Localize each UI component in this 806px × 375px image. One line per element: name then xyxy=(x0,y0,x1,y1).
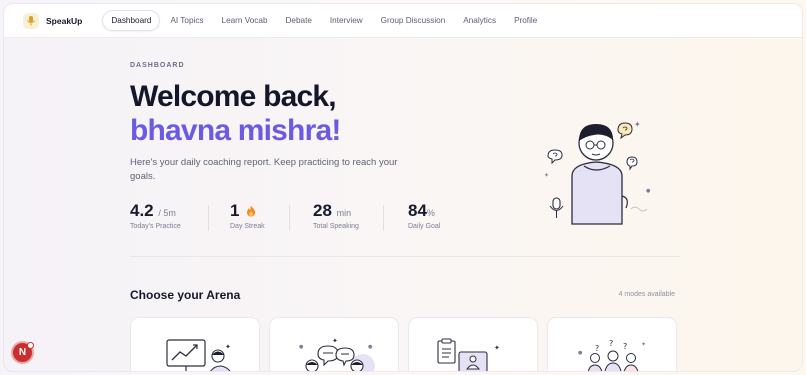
brand[interactable]: SpeakUp xyxy=(23,12,83,29)
nav-debate[interactable]: Debate xyxy=(278,11,320,30)
arena-cards: ✦ ✦ ● ● ✦ ● ? ? ? ✦ ● xyxy=(130,317,686,371)
section-divider xyxy=(130,256,680,257)
nav-analytics[interactable]: Analytics xyxy=(455,11,504,30)
stat-value: 28 xyxy=(313,201,332,220)
status-indicator xyxy=(27,342,34,349)
nav-learn-vocab[interactable]: Learn Vocab xyxy=(214,11,276,30)
stat-total-speaking: 28 min Total Speaking xyxy=(290,201,383,231)
stats-row: 4.2 / 5m Today's Practice 1 Day Streak 2… xyxy=(130,201,464,231)
svg-text:✦: ✦ xyxy=(641,341,646,348)
stat-label: Daily Goal xyxy=(408,223,441,230)
stat-day-streak: 1 Day Streak xyxy=(209,201,289,231)
nav-interview[interactable]: Interview xyxy=(322,11,371,30)
user-name: bhavna mishra! xyxy=(130,114,341,147)
svg-text:●: ● xyxy=(299,344,304,350)
stat-daily-goal: 84% Daily Goal xyxy=(384,201,464,231)
app-window: SpeakUp Dashboard AI Topics Learn Vocab … xyxy=(3,3,803,372)
interview-laptop-icon: ✦ ● xyxy=(437,338,500,371)
debate-bubbles-icon: ✦ ● ● xyxy=(299,337,375,371)
group-discussion-icon: ? ? ? ✦ ● xyxy=(578,339,646,371)
stat-label: Day Streak xyxy=(230,223,265,230)
arena-card-interview[interactable]: ✦ ● xyxy=(408,317,538,371)
chart-board-icon: ✦ xyxy=(166,339,231,371)
top-nav: SpeakUp Dashboard AI Topics Learn Vocab … xyxy=(4,4,802,38)
section-title: Choose your Arena xyxy=(130,288,241,302)
nav-ai-topics[interactable]: AI Topics xyxy=(162,11,211,30)
svg-text:●: ● xyxy=(646,188,651,194)
nav-dashboard[interactable]: Dashboard xyxy=(102,10,161,31)
modes-count: 4 modes available xyxy=(618,291,675,298)
fire-icon xyxy=(247,205,256,217)
nav-profile[interactable]: Profile xyxy=(506,11,545,30)
svg-text:●: ● xyxy=(578,350,583,356)
mic-logo-icon xyxy=(23,12,39,29)
arena-card-debate[interactable]: ✦ ● ● xyxy=(269,317,399,371)
nav-group-discussion[interactable]: Group Discussion xyxy=(373,11,454,30)
stat-todays-practice: 4.2 / 5m Today's Practice xyxy=(130,201,208,231)
page-title: Welcome back, xyxy=(130,80,337,113)
svg-text:?: ? xyxy=(609,339,613,348)
arena-card-group-discussion[interactable]: ? ? ? ✦ ● xyxy=(547,317,677,371)
stat-value: 4.2 xyxy=(130,201,154,220)
nav-items: Dashboard AI Topics Learn Vocab Debate I… xyxy=(102,10,547,31)
page-eyebrow: DASHBOARD xyxy=(130,62,185,69)
svg-text:✦: ✦ xyxy=(494,344,500,352)
brand-name: SpeakUp xyxy=(46,15,83,26)
svg-text:✦: ✦ xyxy=(634,120,641,129)
speaker-illustration-icon: ✦ ✦ ● xyxy=(544,120,651,225)
svg-text:✦: ✦ xyxy=(225,343,231,351)
stat-label: Today's Practice xyxy=(130,223,181,230)
stat-unit: % xyxy=(426,208,435,218)
svg-text:✦: ✦ xyxy=(332,337,338,345)
arena-card-analytics[interactable]: ✦ xyxy=(130,317,260,371)
stat-unit: min xyxy=(336,208,352,218)
stat-value: 1 xyxy=(230,201,240,220)
stat-value: 84 xyxy=(408,201,427,220)
stat-unit: / 5m xyxy=(158,208,176,218)
svg-text:?: ? xyxy=(623,342,627,351)
svg-text:✦: ✦ xyxy=(544,172,549,179)
page-subtitle: Here's your daily coaching report. Keep … xyxy=(130,157,398,182)
svg-text:●: ● xyxy=(368,344,373,350)
avatar-initial: N xyxy=(18,347,27,358)
stat-label: Total Speaking xyxy=(313,223,359,230)
svg-text:?: ? xyxy=(595,344,599,353)
